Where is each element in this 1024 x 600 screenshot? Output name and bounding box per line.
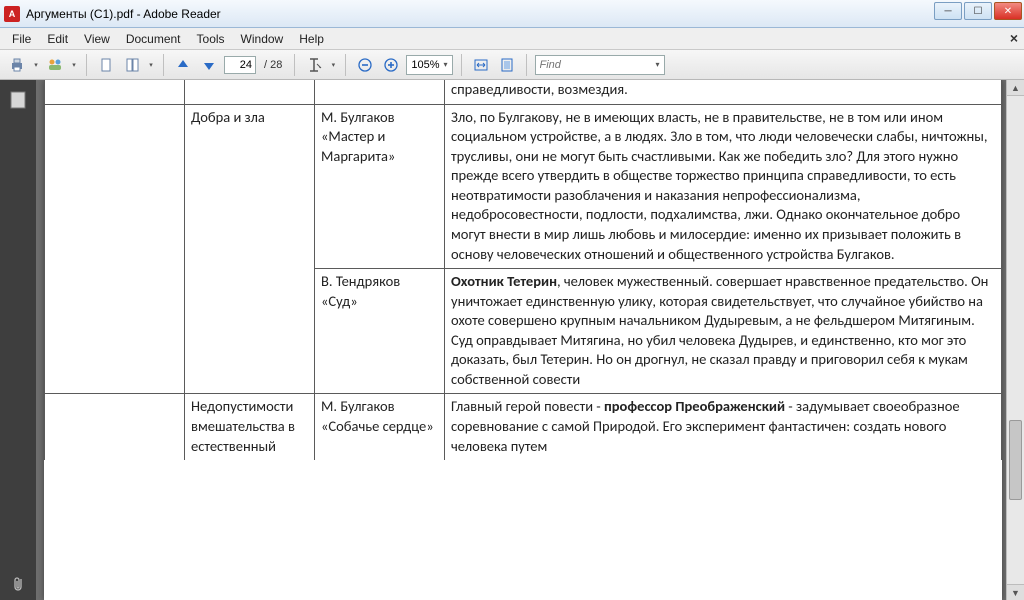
print-dropdown[interactable]: ▾	[32, 54, 40, 76]
cell-theme: Недопустимости вмешательства в естествен…	[185, 394, 315, 460]
document-viewport[interactable]: справедливости, возмездия. Добра и зла М…	[36, 80, 1024, 600]
print-button[interactable]	[6, 54, 28, 76]
table-row: Недопустимости вмешательства в естествен…	[45, 394, 1002, 460]
collaborate-dropdown[interactable]: ▾	[70, 54, 78, 76]
close-document-button[interactable]: ×	[1010, 30, 1018, 46]
arrow-up-icon	[175, 57, 191, 73]
maximize-button[interactable]: ☐	[964, 2, 992, 20]
scroll-down-button[interactable]: ▼	[1007, 584, 1024, 600]
minimize-button[interactable]: ─	[934, 2, 962, 20]
vertical-scrollbar[interactable]: ▲ ▼	[1006, 80, 1024, 600]
fit-width-icon	[473, 57, 489, 73]
minus-icon	[357, 57, 373, 73]
window-title: Аргументы (С1).pdf - Adobe Reader	[26, 7, 221, 21]
select-tool-button[interactable]	[303, 54, 325, 76]
cell-text: Главный герой повести - профессор Преобр…	[445, 394, 1002, 460]
select-tool-dropdown[interactable]: ▾	[329, 54, 337, 76]
document-table: справедливости, возмездия. Добра и зла М…	[44, 80, 1002, 460]
cell-source: В. Тендряков «Суд»	[315, 269, 445, 394]
zoom-select[interactable]: 105% ▾	[406, 55, 452, 75]
menu-view[interactable]: View	[76, 30, 118, 48]
separator	[163, 54, 164, 76]
text-select-icon	[306, 57, 322, 73]
page-number-input[interactable]	[224, 56, 256, 74]
separator	[345, 54, 346, 76]
navigation-pane	[0, 80, 36, 600]
cell-source: М. Булгаков «Собачье сердце»	[315, 394, 445, 460]
separator	[86, 54, 87, 76]
separator	[526, 54, 527, 76]
find-box[interactable]: ▾	[535, 55, 665, 75]
content-area: справедливости, возмездия. Добра и зла М…	[0, 80, 1024, 600]
menu-window[interactable]: Window	[233, 30, 292, 48]
zoom-value: 105%	[411, 59, 439, 71]
find-input[interactable]	[540, 59, 652, 71]
attachments-tab[interactable]	[8, 574, 28, 594]
close-button[interactable]: ✕	[994, 2, 1022, 20]
next-page-button[interactable]	[198, 54, 220, 76]
plus-icon	[383, 57, 399, 73]
continuous-page-button[interactable]	[121, 54, 143, 76]
single-page-button[interactable]	[95, 54, 117, 76]
cell-theme: Добра и зла	[185, 104, 315, 394]
thumbnails-tab[interactable]	[8, 90, 28, 110]
cell-source: М. Булгаков «Мастер и Маргарита»	[315, 104, 445, 269]
page-thumb-icon	[10, 91, 26, 109]
menu-help[interactable]: Help	[291, 30, 332, 48]
separator	[294, 54, 295, 76]
window-titlebar: A Аргументы (С1).pdf - Adobe Reader ─ ☐ …	[0, 0, 1024, 28]
scroll-thumb[interactable]	[1009, 420, 1022, 500]
pages-icon	[124, 57, 140, 73]
pdf-page: справедливости, возмездия. Добра и зла М…	[44, 80, 1002, 600]
chevron-down-icon[interactable]: ▾	[656, 60, 660, 69]
arrow-down-icon	[201, 57, 217, 73]
toolbar: ▾ ▾ ▾ / 28 ▾ 105% ▾ ▾	[0, 50, 1024, 80]
paperclip-icon	[10, 575, 26, 593]
fit-page-icon	[499, 57, 515, 73]
zoom-out-button[interactable]	[354, 54, 376, 76]
menu-file[interactable]: File	[4, 30, 39, 48]
menu-document[interactable]: Document	[118, 30, 189, 48]
page-icon	[98, 57, 114, 73]
menu-edit[interactable]: Edit	[39, 30, 76, 48]
cell-text: Охотник Тетерин, человек мужественный. с…	[445, 269, 1002, 394]
separator	[461, 54, 462, 76]
page-view-dropdown[interactable]: ▾	[147, 54, 155, 76]
collaborate-button[interactable]	[44, 54, 66, 76]
page-total-label: / 28	[260, 59, 286, 71]
fit-page-button[interactable]	[496, 54, 518, 76]
table-row: Добра и зла М. Булгаков «Мастер и Маргар…	[45, 104, 1002, 269]
menubar: File Edit View Document Tools Window Hel…	[0, 28, 1024, 50]
scroll-up-button[interactable]: ▲	[1007, 80, 1024, 96]
fit-width-button[interactable]	[470, 54, 492, 76]
cell-text: справедливости, возмездия.	[445, 80, 1002, 104]
prev-page-button[interactable]	[172, 54, 194, 76]
menu-tools[interactable]: Tools	[189, 30, 233, 48]
collaborate-icon	[47, 57, 63, 73]
table-row: справедливости, возмездия.	[45, 80, 1002, 104]
app-icon: A	[4, 6, 20, 22]
cell-text: Зло, по Булгакову, не в имеющих власть, …	[445, 104, 1002, 269]
printer-icon	[9, 57, 25, 73]
zoom-in-button[interactable]	[380, 54, 402, 76]
chevron-down-icon: ▾	[444, 60, 448, 69]
